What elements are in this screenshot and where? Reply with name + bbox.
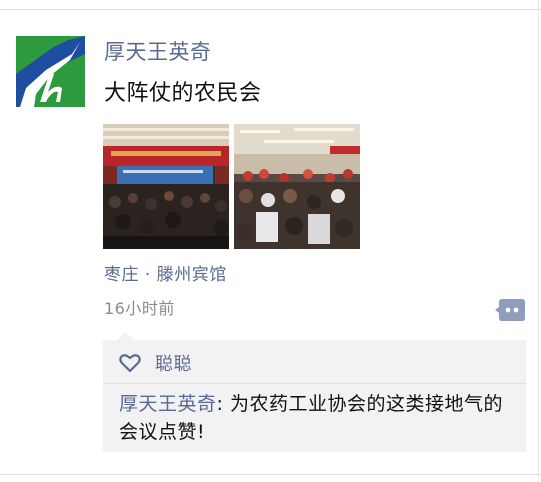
avatar[interactable] <box>16 36 85 107</box>
comment-item[interactable]: 厚天王英奇: 为农药工业协会的这类接地气的会议点赞! <box>119 390 519 446</box>
conference-photo-2-icon <box>234 124 360 249</box>
post-text: 大阵仗的农民会 <box>104 81 262 106</box>
likes-row: 聪聪 <box>119 348 192 378</box>
comment-action-button[interactable] <box>494 297 526 323</box>
likes-comments-panel: 聪聪 厚天王英奇: 为农药工业协会的这类接地气的会议点赞! <box>103 332 526 452</box>
location-link[interactable]: 枣庄 · 滕州宾馆 <box>104 263 227 287</box>
author-name[interactable]: 厚天王英奇 <box>104 38 212 66</box>
liker-name[interactable]: 聪聪 <box>155 350 192 376</box>
heart-outline-icon <box>119 354 141 373</box>
comment-author[interactable]: 厚天王英奇 <box>119 393 217 415</box>
post-time: 16小时前 <box>104 299 175 318</box>
conference-photo-1-icon <box>103 124 229 249</box>
post-photo-1[interactable] <box>103 124 229 249</box>
post-photo-2[interactable] <box>234 124 360 249</box>
right-edge <box>538 0 539 482</box>
top-divider <box>0 9 541 10</box>
panel-divider <box>103 383 526 384</box>
comment-separator: : <box>216 393 230 415</box>
comment-dots-icon <box>495 299 525 321</box>
avatar-logo-icon <box>16 36 85 107</box>
bottom-divider <box>0 474 541 475</box>
